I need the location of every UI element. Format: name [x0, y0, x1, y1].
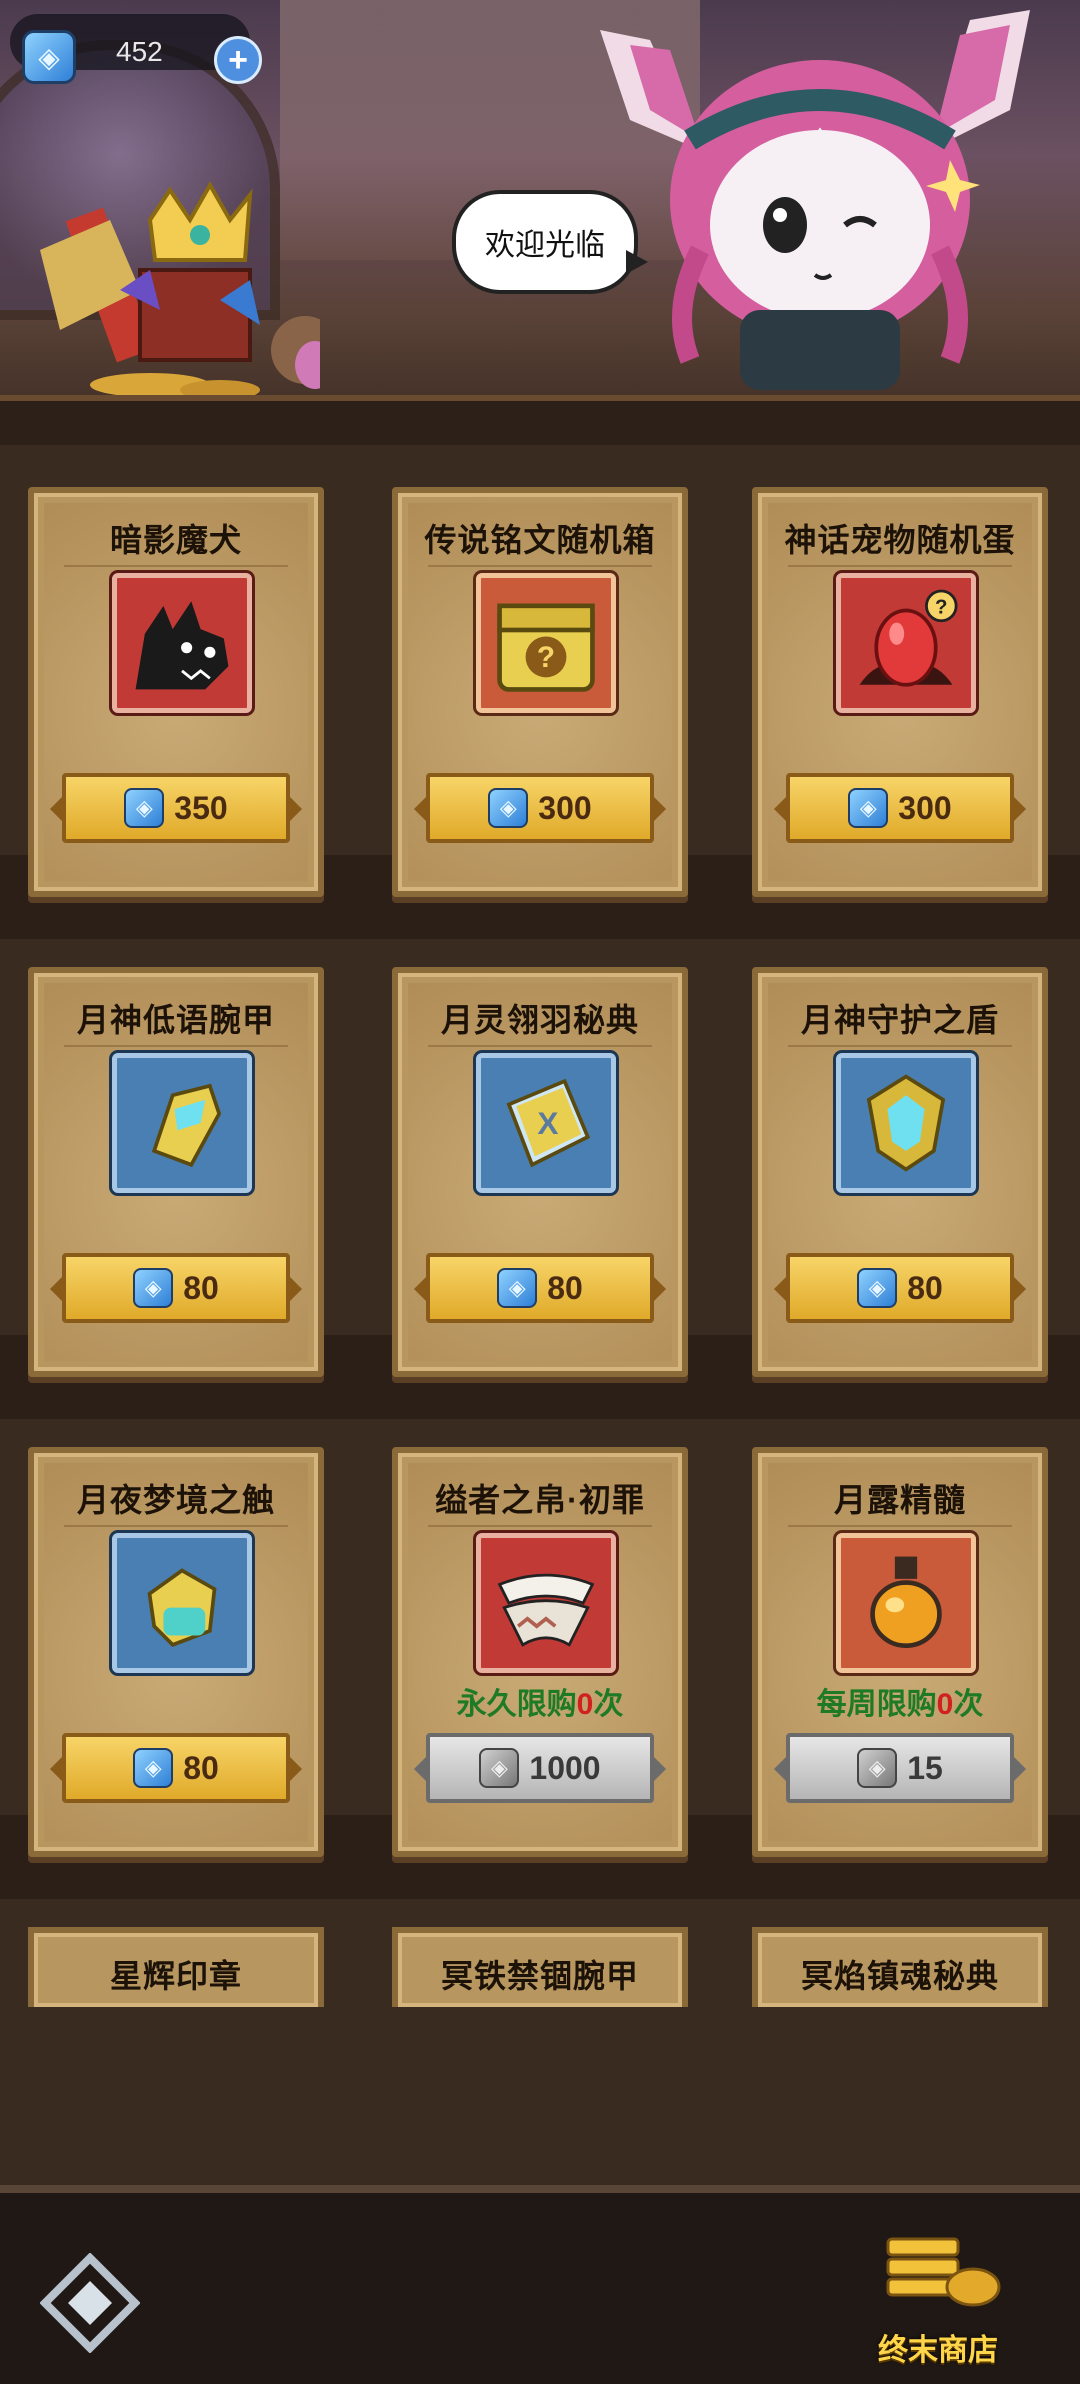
buy-button[interactable]: ◈ 80	[50, 1733, 302, 1803]
price-value: 80	[907, 1269, 943, 1306]
title-divider	[64, 1525, 288, 1527]
buy-button[interactable]: ◈ 15	[774, 1733, 1026, 1803]
title-divider	[428, 1525, 652, 1527]
shop-item-card[interactable]: 月夜梦境之触 ◈ 80	[28, 1447, 324, 1857]
bracer-icon	[112, 1053, 252, 1193]
silk-scarf-icon	[476, 1533, 616, 1673]
price-value: 300	[538, 789, 592, 826]
bottom-nav-bar: 终末商店	[0, 2185, 1080, 2384]
limit-prefix: 每周限购	[816, 1688, 937, 1721]
shop-item-card[interactable]: 月灵翎羽秘典 X ◈ 80	[392, 967, 688, 1377]
add-currency-button[interactable]: +	[214, 36, 262, 84]
crystal-icon: ◈	[133, 1748, 174, 1788]
price-value: 1000	[529, 1749, 601, 1786]
buy-button[interactable]: ◈ 300	[414, 773, 666, 843]
mystery-egg-icon: ?	[836, 573, 976, 713]
purchase-limit-text: 每周限购0次	[758, 1679, 1042, 1723]
nav-home-button[interactable]	[39, 2252, 141, 2354]
price-value: 80	[183, 1269, 219, 1306]
price-value: 80	[547, 1269, 583, 1306]
shop-item-card[interactable]: 暗影魔犬 ◈ 350	[28, 487, 324, 897]
price-value: 350	[174, 789, 228, 826]
crystal-icon: ◈	[22, 30, 76, 84]
title-divider	[64, 565, 288, 567]
limit-suffix: 次	[953, 1688, 984, 1721]
shop-item-card[interactable]: 星辉印章	[28, 1927, 324, 2007]
price-value: 15	[907, 1749, 943, 1786]
crystal-icon: ◈	[848, 788, 889, 828]
currency-amount: 452	[116, 36, 163, 67]
spellbook-icon: X	[476, 1053, 616, 1193]
buy-button[interactable]: ◈ 80	[50, 1253, 302, 1323]
crystal-icon: ◈	[133, 1268, 174, 1308]
item-name: 神话宠物随机蛋	[784, 522, 1016, 558]
price-value: 80	[183, 1749, 219, 1786]
item-name: 月夜梦境之触	[76, 1482, 275, 1518]
price-value: 300	[898, 789, 952, 826]
item-name: 月露精髓	[833, 1482, 966, 1518]
emblem-icon	[39, 2252, 141, 2354]
item-name: 月灵翎羽秘典	[440, 1002, 639, 1038]
nav-final-shop-button[interactable]: 终末商店	[858, 2229, 1018, 2369]
item-name: 月神低语腕甲	[76, 1002, 275, 1038]
title-divider	[428, 1045, 652, 1047]
svg-text:?: ?	[537, 641, 555, 674]
title-divider	[64, 1045, 288, 1047]
gauntlet-icon	[112, 1533, 252, 1673]
limit-prefix: 永久限购	[456, 1688, 577, 1721]
item-name: 冥焰镇魂秘典	[800, 1958, 999, 1994]
nav-label: 终末商店	[878, 2334, 998, 2367]
shop-item-card[interactable]: 缢者之帛·初罪 永久限购0次 ◈ 1000	[392, 1447, 688, 1857]
shop-item-card[interactable]: 月神守护之盾 ◈ 80	[752, 967, 1048, 1377]
shop-item-grid: 暗影魔犬 ◈ 350 传说铭文随机箱 ? ◈ 300 神话宠物随机蛋 ? ◈ 3…	[0, 445, 1080, 2185]
shop-item-card[interactable]: 神话宠物随机蛋 ? ◈ 300	[752, 487, 1048, 897]
item-name: 传说铭文随机箱	[424, 522, 656, 558]
limit-count: 0	[576, 1688, 594, 1721]
shop-scene: ◈ 452 + 欢迎光临	[0, 0, 1080, 445]
crystal-icon: ◈	[488, 788, 529, 828]
currency-bar: ◈ 452 +	[10, 14, 262, 84]
shop-item-card[interactable]: 冥焰镇魂秘典	[752, 1927, 1048, 2007]
buy-button[interactable]: ◈ 350	[50, 773, 302, 843]
title-divider	[428, 565, 652, 567]
crystal-icon: ◈	[857, 1268, 898, 1308]
buy-button[interactable]: ◈ 300	[774, 773, 1026, 843]
mystery-chest-icon: ?	[476, 573, 616, 713]
item-name: 冥铁禁锢腕甲	[440, 1958, 639, 1994]
buy-button[interactable]: ◈ 1000	[414, 1733, 666, 1803]
shadow-hound-icon	[112, 573, 252, 713]
shop-item-card[interactable]: 冥铁禁锢腕甲	[392, 1927, 688, 2007]
item-name: 暗影魔犬	[109, 522, 242, 558]
crystal-icon: ◈	[124, 788, 165, 828]
buy-button[interactable]: ◈ 80	[774, 1253, 1026, 1323]
item-name: 星辉印章	[109, 1958, 242, 1994]
item-name: 月神守护之盾	[800, 1002, 999, 1038]
coin-stack-icon	[886, 2237, 1001, 2307]
shop-item-card[interactable]: 月露精髓 每周限购0次 ◈ 15	[752, 1447, 1048, 1857]
buy-button[interactable]: ◈ 80	[414, 1253, 666, 1323]
svg-text:X: X	[537, 1105, 558, 1141]
silver-crystal-icon: ◈	[857, 1748, 898, 1788]
svg-text:?: ?	[935, 596, 947, 618]
item-name: 缢者之帛·初罪	[435, 1482, 645, 1518]
silver-crystal-icon: ◈	[479, 1748, 520, 1788]
title-divider	[788, 565, 1012, 567]
title-divider	[788, 1045, 1012, 1047]
shop-item-card[interactable]: 月神低语腕甲 ◈ 80	[28, 967, 324, 1377]
title-divider	[788, 1525, 1012, 1527]
purchase-limit-text: 永久限购0次	[398, 1679, 682, 1723]
potion-icon	[836, 1533, 976, 1673]
limit-suffix: 次	[593, 1688, 624, 1721]
limit-count: 0	[936, 1688, 954, 1721]
shield-icon	[836, 1053, 976, 1193]
shop-counter	[0, 395, 1080, 445]
treasure-pile-icon	[40, 180, 320, 400]
shop-item-card[interactable]: 传说铭文随机箱 ? ◈ 300	[392, 487, 688, 897]
shopkeeper-character	[600, 10, 1030, 390]
crystal-icon: ◈	[497, 1268, 538, 1308]
